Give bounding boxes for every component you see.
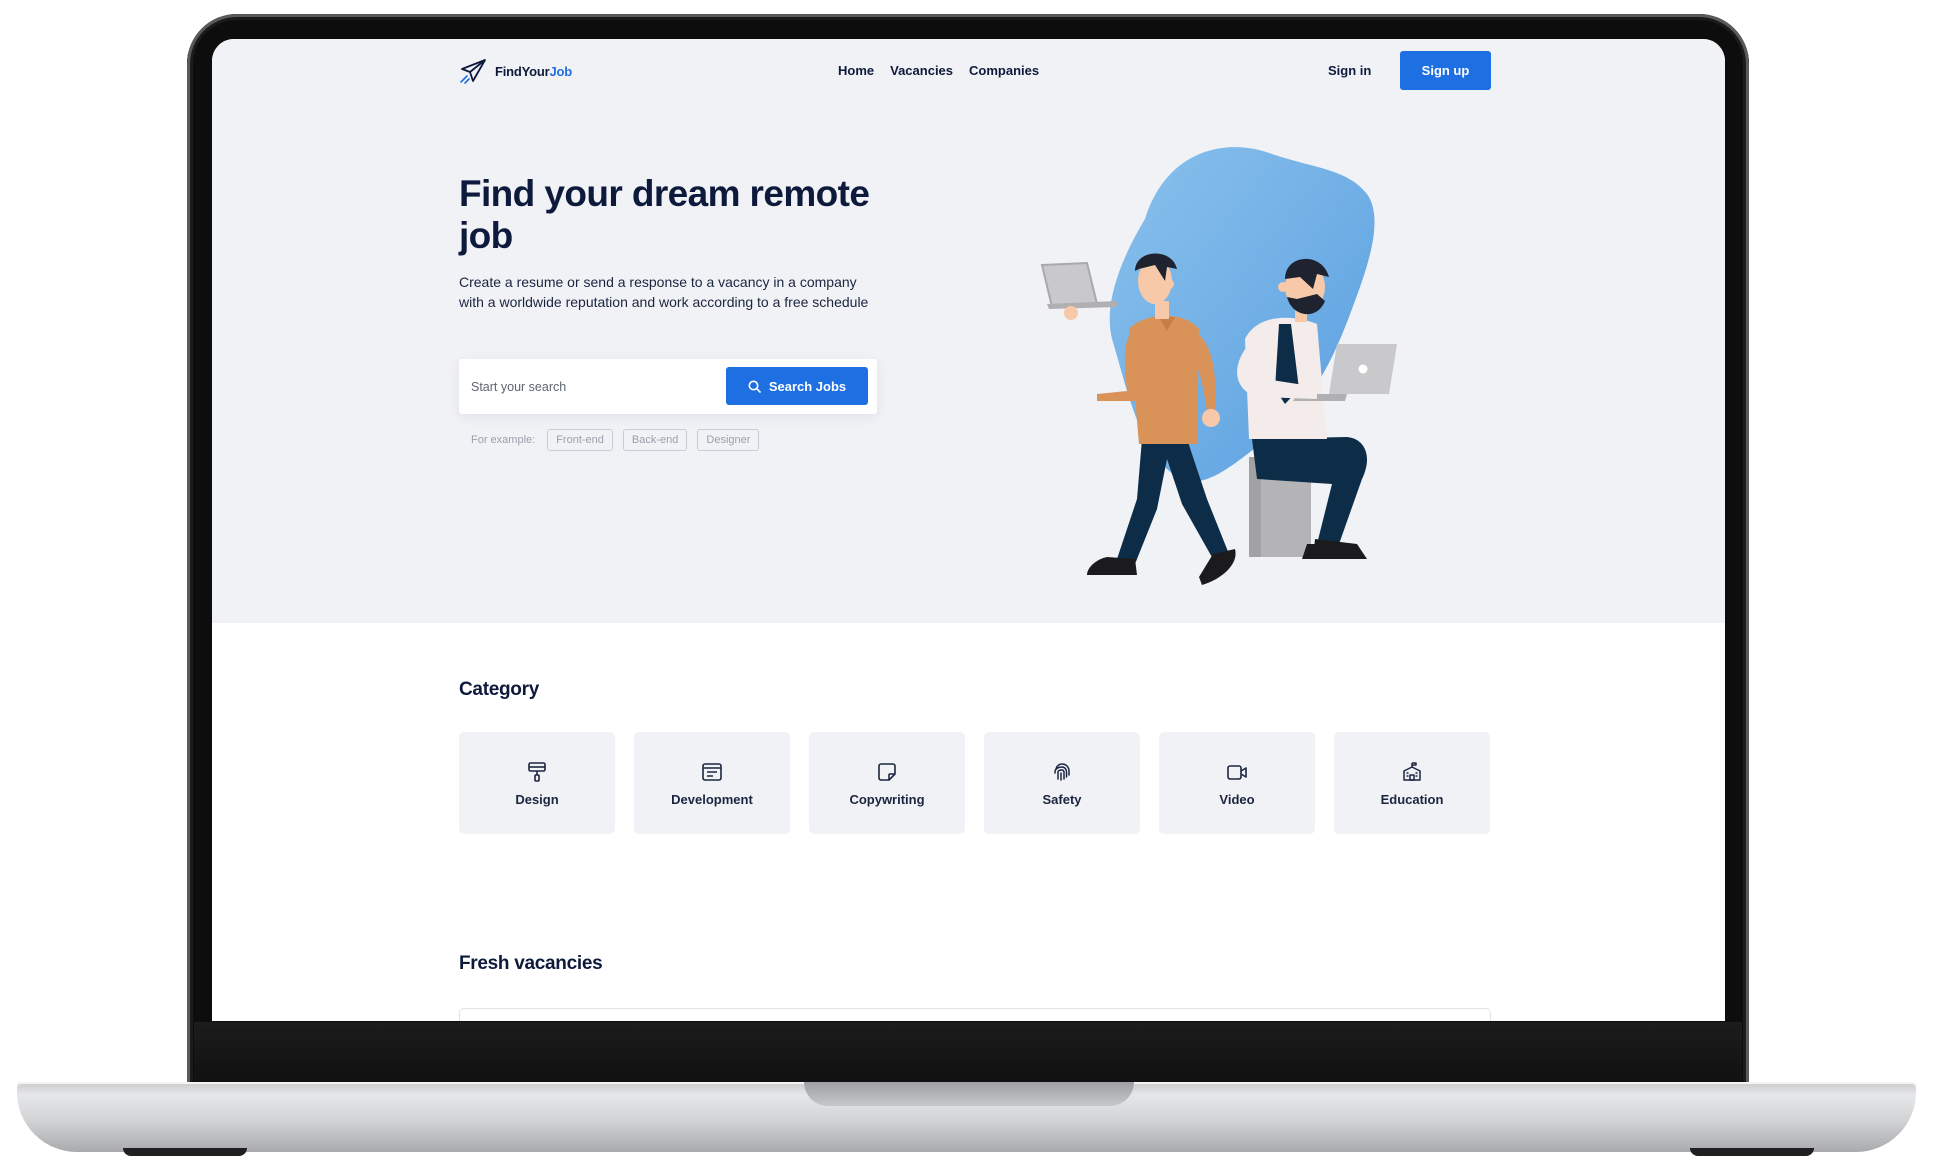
category-label: Video <box>1219 791 1255 807</box>
search-input[interactable] <box>471 371 721 402</box>
code-window-icon <box>702 762 722 781</box>
laptop-bezel <box>194 1022 1742 1084</box>
video-camera-icon <box>1227 764 1247 780</box>
nav-home[interactable]: Home <box>838 63 874 78</box>
paint-roller-icon <box>528 761 546 782</box>
category-card-video[interactable]: Video <box>1159 732 1315 834</box>
category-label: Design <box>515 791 559 807</box>
category-label: Copywriting <box>849 791 925 807</box>
example-tag-frontend[interactable]: Front-end <box>547 429 613 451</box>
category-label: Education <box>1380 791 1444 807</box>
nav-vacancies[interactable]: Vacancies <box>890 63 953 78</box>
hero-illustration <box>1040 147 1397 585</box>
logo[interactable]: FindYourJob <box>459 57 572 85</box>
laptop-foot-left <box>123 1148 247 1156</box>
nav-companies[interactable]: Companies <box>969 63 1039 78</box>
search-bar: Search Jobs <box>459 359 877 414</box>
category-label: Development <box>671 791 753 807</box>
hero-subtitle: Create a resume or send a response to a … <box>459 274 869 310</box>
category-card-design[interactable]: Design <box>459 732 615 834</box>
sign-up-button[interactable]: Sign up <box>1400 51 1491 90</box>
screen: FindYourJob Home Vacancies Companies Sig… <box>212 39 1725 1021</box>
category-title: Category <box>459 679 539 700</box>
sticky-note-icon <box>878 762 896 781</box>
fingerprint-icon <box>1054 762 1070 781</box>
vacancy-list <box>459 1008 1491 1021</box>
logo-text: FindYourJob <box>495 63 572 79</box>
paper-plane-icon <box>460 59 486 84</box>
search-jobs-label: Search Jobs <box>768 378 847 394</box>
sign-in-link[interactable]: Sign in <box>1328 63 1371 78</box>
example-tag-backend[interactable]: Back-end <box>622 429 688 451</box>
hero-section <box>212 39 1725 623</box>
search-examples: For example: Front-end Back-end Designer <box>471 429 760 451</box>
category-list: Design Development Copywriting Safety Vi… <box>459 732 1490 834</box>
search-icon <box>748 380 761 393</box>
category-card-safety[interactable]: Safety <box>984 732 1140 834</box>
example-tag-designer[interactable]: Designer <box>697 429 760 451</box>
category-label: Safety <box>1042 791 1082 807</box>
examples-label: For example: <box>471 434 536 446</box>
category-card-copywriting[interactable]: Copywriting <box>809 732 965 834</box>
hero-title: Find your dream remote job <box>459 173 870 256</box>
laptop-foot-right <box>1690 1148 1814 1156</box>
search-jobs-button[interactable]: Search Jobs <box>726 367 868 405</box>
fresh-vacancies-title: Fresh vacancies <box>459 953 603 974</box>
laptop-notch <box>804 1082 1134 1106</box>
school-icon <box>1403 761 1421 781</box>
main-nav: Home Vacancies Companies <box>838 63 1039 78</box>
category-card-education[interactable]: Education <box>1334 732 1490 834</box>
category-card-development[interactable]: Development <box>634 732 790 834</box>
